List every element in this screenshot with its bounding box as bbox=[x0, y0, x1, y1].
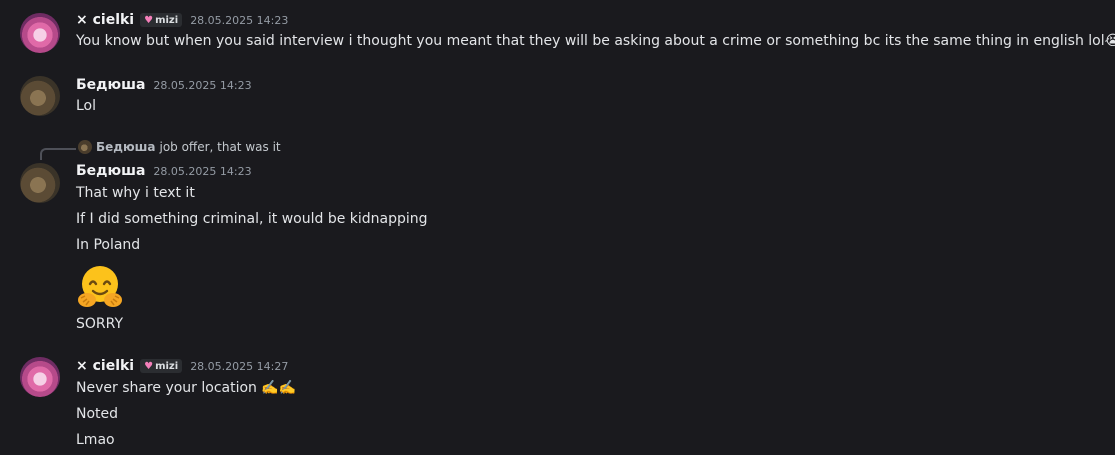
hugging-face-emoji-icon[interactable] bbox=[76, 262, 124, 310]
message-header: × cielki ♥ mizi 28.05.2025 14:23 bbox=[76, 12, 288, 28]
message-line: Never share your location bbox=[76, 380, 257, 396]
username[interactable]: Бедюша bbox=[76, 77, 145, 93]
server-tag-label: mizi bbox=[155, 360, 179, 372]
message-text: Lmao bbox=[76, 432, 115, 448]
loudly-crying-emoji-icon[interactable]: 😭 bbox=[1105, 33, 1115, 49]
timestamp[interactable]: 28.05.2025 14:23 bbox=[190, 14, 288, 27]
message-header: Бедюша 28.05.2025 14:23 bbox=[76, 77, 252, 93]
avatar[interactable] bbox=[20, 13, 60, 53]
writing-hand-emoji-icon[interactable]: ✍️✍️ bbox=[261, 380, 296, 396]
username[interactable]: × cielki bbox=[76, 358, 134, 374]
server-tag-label: mizi bbox=[155, 14, 179, 26]
heart-icon: ♥ bbox=[144, 360, 154, 372]
reply-author[interactable]: Бедюша bbox=[96, 140, 155, 154]
heart-icon: ♥ bbox=[144, 14, 154, 26]
reply-text[interactable]: job offer, that was it bbox=[159, 140, 280, 154]
username[interactable]: Бедюша bbox=[76, 163, 145, 179]
username[interactable]: × cielki bbox=[76, 12, 134, 28]
message-line: You know but when you said interview i t… bbox=[76, 33, 1105, 49]
message-text: You know but when you said interview i t… bbox=[76, 33, 1115, 49]
message-text: If I did something criminal, it would be… bbox=[76, 211, 428, 227]
message-text: SORRY bbox=[76, 316, 124, 332]
message-text: That why i text it bbox=[76, 185, 195, 201]
timestamp[interactable]: 28.05.2025 14:23 bbox=[153, 79, 251, 92]
avatar[interactable] bbox=[20, 163, 60, 203]
timestamp[interactable]: 28.05.2025 14:23 bbox=[153, 165, 251, 178]
message-header: Бедюша 28.05.2025 14:23 bbox=[76, 163, 252, 179]
message-text: Lol bbox=[76, 98, 97, 114]
message-text: Never share your location ✍️✍️ bbox=[76, 380, 296, 396]
avatar[interactable] bbox=[20, 357, 60, 397]
message-text: Noted bbox=[76, 406, 119, 422]
message-text: In Poland bbox=[76, 237, 141, 253]
timestamp[interactable]: 28.05.2025 14:27 bbox=[190, 360, 288, 373]
server-tag[interactable]: ♥ mizi bbox=[140, 359, 183, 373]
server-tag[interactable]: ♥ mizi bbox=[140, 13, 183, 27]
avatar[interactable] bbox=[20, 76, 60, 116]
message-header: × cielki ♥ mizi 28.05.2025 14:27 bbox=[76, 358, 288, 374]
reply-avatar bbox=[78, 140, 92, 154]
reply-preview[interactable]: Бедюша job offer, that was it bbox=[78, 140, 281, 154]
reply-spine bbox=[40, 148, 76, 160]
